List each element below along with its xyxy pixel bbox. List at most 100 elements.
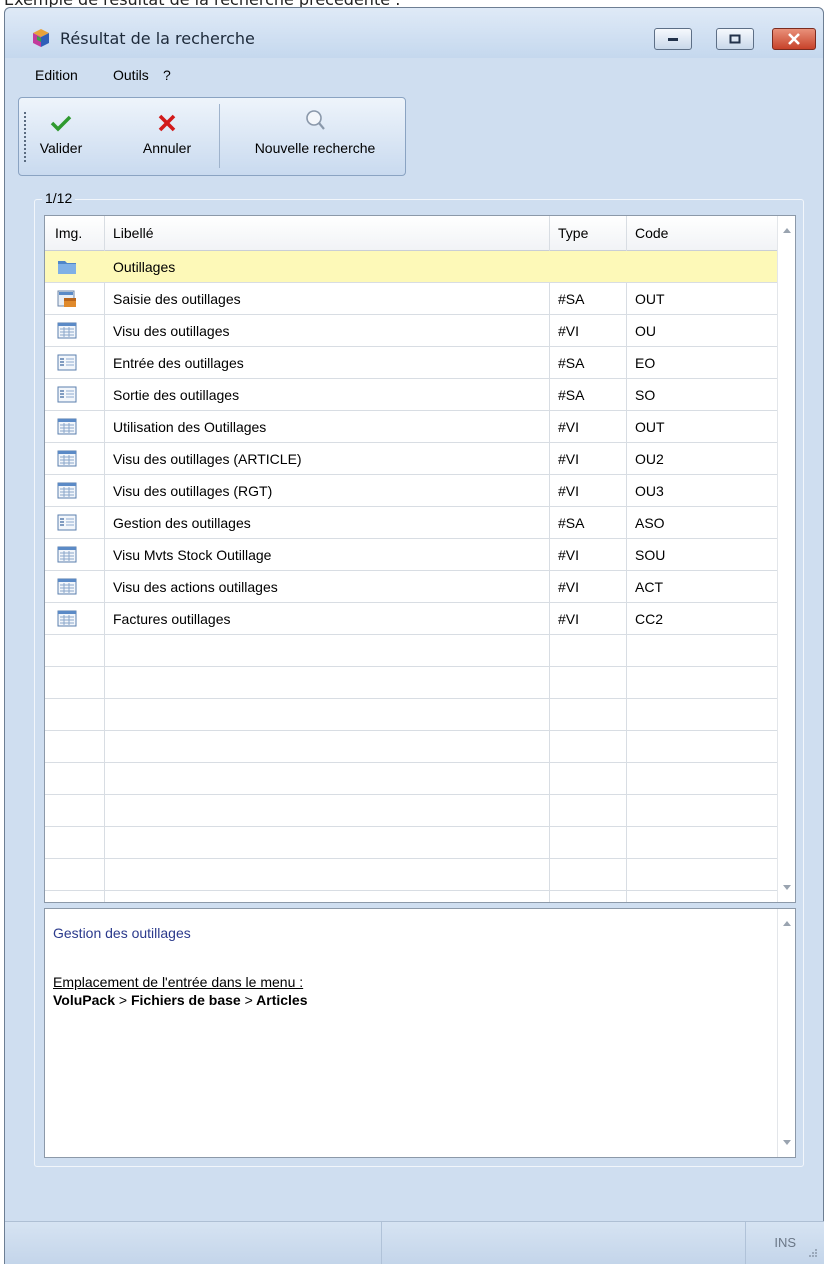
detail-panel: Gestion des outillages Emplacement de l'… <box>44 908 796 1158</box>
row-code: OU2 <box>635 451 664 467</box>
row-libelle: Entrée des outillages <box>113 355 244 371</box>
row-libelle: Visu des outillages (RGT) <box>113 483 273 499</box>
table-row[interactable]: Visu Mvts Stock Outillage #VI SOU <box>45 539 777 571</box>
row-type: #SA <box>558 291 585 307</box>
row-type: #VI <box>558 451 580 467</box>
path-item: VoluPack <box>53 992 115 1008</box>
row-libelle: Visu Mvts Stock Outillage <box>113 547 272 563</box>
result-counter: 1/12 <box>42 190 76 206</box>
row-code: ACT <box>635 579 663 595</box>
menu-location-path: VoluPack > Fichiers de base > Articles <box>53 992 308 1008</box>
table-row[interactable]: Visu des outillages (RGT) #VI OU3 <box>45 475 777 507</box>
menu-help[interactable]: ? <box>163 67 171 83</box>
table-scrollbar[interactable] <box>777 216 795 902</box>
row-libelle: Visu des outillages <box>113 323 230 339</box>
folder-icon <box>58 261 76 274</box>
resize-grip-icon[interactable] <box>808 1248 818 1258</box>
column-header-img[interactable]: Img. <box>55 225 82 241</box>
path-item: Articles <box>256 992 308 1008</box>
column-header-libelle[interactable]: Libellé <box>113 225 153 241</box>
annuler-button[interactable]: Annuler <box>129 104 205 168</box>
table-row[interactable] <box>45 635 777 667</box>
table-header: Img. Libellé Type Code <box>45 216 779 251</box>
menu-bar: Edition Outils ? <box>5 61 823 87</box>
status-separator <box>381 1222 382 1264</box>
app-icon <box>33 29 49 47</box>
minimize-button[interactable] <box>654 28 692 50</box>
nouvelle-recherche-button[interactable]: Nouvelle recherche <box>231 104 399 168</box>
form-icon <box>57 354 77 371</box>
row-code: OUT <box>635 419 665 435</box>
table-row[interactable] <box>45 699 777 731</box>
status-bar: INS <box>5 1221 824 1264</box>
table-row[interactable]: Visu des actions outillages #VI ACT <box>45 571 777 603</box>
table-row[interactable] <box>45 859 777 891</box>
form-icon <box>57 386 77 403</box>
menu-edition[interactable]: Edition <box>35 67 78 83</box>
scroll-down-arrow-icon[interactable] <box>783 885 791 890</box>
minimize-icon <box>668 38 678 41</box>
grid-view-icon <box>57 546 77 563</box>
table-row[interactable]: Outillages <box>45 251 777 283</box>
close-button[interactable] <box>772 28 816 50</box>
row-code: CC2 <box>635 611 664 627</box>
toolbar-separator <box>219 104 220 168</box>
grid-view-icon <box>57 578 77 595</box>
scroll-up-arrow-icon[interactable] <box>783 228 791 233</box>
row-libelle: Visu des outillages (ARTICLE) <box>113 451 302 467</box>
valider-button[interactable]: Valider <box>31 104 91 168</box>
path-separator: > <box>118 992 128 1008</box>
menu-location-label: Emplacement de l'entrée dans le menu : <box>53 974 304 990</box>
row-libelle: Saisie des outillages <box>113 291 241 307</box>
form-icon <box>57 514 77 531</box>
annuler-label: Annuler <box>142 140 192 156</box>
table-row[interactable]: Utilisation des Outillages #VI OUT <box>45 411 777 443</box>
column-header-code[interactable]: Code <box>635 225 668 241</box>
table-row[interactable] <box>45 795 777 827</box>
table-row[interactable]: Sortie des outillages #SA SO <box>45 379 777 411</box>
row-type: #VI <box>558 483 580 499</box>
table-row[interactable]: Entrée des outillages #SA EO <box>45 347 777 379</box>
row-code: SO <box>635 387 656 403</box>
valider-label: Valider <box>39 140 83 156</box>
row-libelle: Outillages <box>113 259 176 275</box>
table-row[interactable]: Visu des outillages (ARTICLE) #VI OU2 <box>45 443 777 475</box>
grid-view-icon <box>57 610 77 627</box>
table-row[interactable] <box>45 763 777 795</box>
table-row[interactable] <box>45 731 777 763</box>
magnifier-icon <box>306 110 325 130</box>
x-icon <box>158 114 176 132</box>
results-table: Img. Libellé Type Code Outillages Saisie … <box>44 215 796 903</box>
row-type: #SA <box>558 355 585 371</box>
grid-view-icon <box>57 322 77 339</box>
maximize-button[interactable] <box>716 28 754 50</box>
entry-form-icon <box>57 290 76 307</box>
close-icon <box>788 33 800 45</box>
row-code: EO <box>635 355 656 371</box>
menu-outils[interactable]: Outils <box>113 67 149 83</box>
scroll-up-arrow-icon[interactable] <box>783 921 791 926</box>
table-row[interactable]: Gestion des outillages #SA ASO <box>45 507 777 539</box>
row-code: OUT <box>635 291 665 307</box>
table-row[interactable] <box>45 667 777 699</box>
row-libelle: Visu des actions outillages <box>113 579 278 595</box>
column-header-type[interactable]: Type <box>558 225 588 241</box>
row-type: #VI <box>558 547 580 563</box>
row-code: ASO <box>635 515 665 531</box>
path-separator: > <box>244 992 253 1008</box>
path-item: Fichiers de base <box>130 992 241 1008</box>
table-row[interactable]: Factures outillages #VI CC2 <box>45 603 777 635</box>
detail-scrollbar[interactable] <box>777 909 795 1157</box>
scroll-down-arrow-icon[interactable] <box>783 1140 791 1145</box>
check-icon <box>50 115 72 132</box>
nouvelle-recherche-label: Nouvelle recherche <box>254 140 376 156</box>
status-separator <box>745 1222 746 1264</box>
row-libelle: Gestion des outillages <box>113 515 251 531</box>
table-row[interactable]: Visu des outillages #VI OU <box>45 315 777 347</box>
row-type: #VI <box>558 419 580 435</box>
grid-view-icon <box>57 482 77 499</box>
table-row[interactable] <box>45 827 777 859</box>
table-row[interactable]: Saisie des outillages #SA OUT <box>45 283 777 315</box>
row-libelle: Factures outillages <box>113 611 231 627</box>
toolbar-grip-handle[interactable] <box>24 112 28 162</box>
